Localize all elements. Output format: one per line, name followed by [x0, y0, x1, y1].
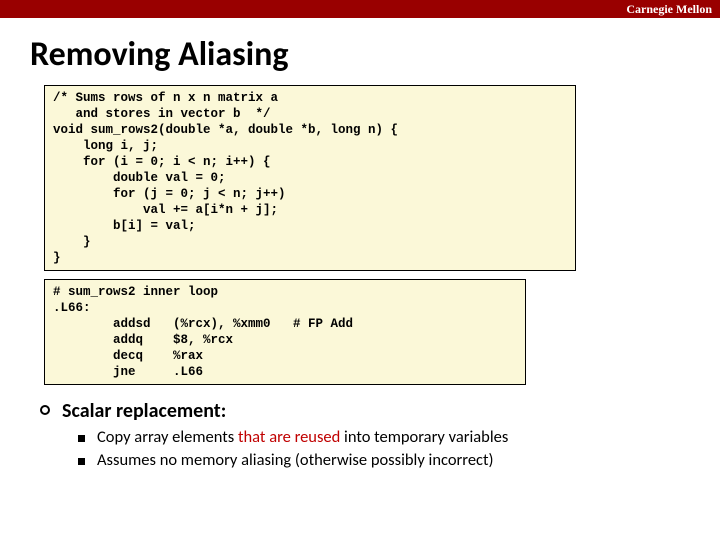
bullet2b-text: Assumes no memory aliasing (otherwise po… — [97, 450, 494, 470]
bullet1-text: Scalar replacement: — [62, 399, 226, 423]
code-block-asm: # sum_rows2 inner loop .L66: addsd (%rcx… — [44, 279, 526, 385]
bullet-list: Scalar replacement: Copy array elements … — [34, 399, 720, 470]
bullet-circle-icon — [40, 405, 50, 415]
bullet-square-icon — [78, 458, 85, 465]
code-block-c: /* Sums rows of n x n matrix a and store… — [44, 85, 576, 271]
b2a-post: into temporary variables — [340, 427, 508, 447]
header-bar: Carnegie Mellon — [0, 0, 720, 18]
bullet-level1: Scalar replacement: — [34, 399, 720, 423]
brand-label: Carnegie Mellon — [626, 2, 712, 17]
bullet-level2: Assumes no memory aliasing (otherwise po… — [78, 450, 720, 470]
slide: Carnegie Mellon Removing Aliasing /* Sum… — [0, 0, 720, 540]
slide-title: Removing Aliasing — [30, 34, 720, 75]
b2a-pre: Copy array elements — [97, 427, 238, 447]
bullet-level2: Copy array elements that are reused into… — [78, 427, 720, 447]
bullet-square-icon — [78, 435, 85, 442]
b2a-highlight: that are reused — [238, 427, 340, 447]
bullet2a-text: Copy array elements that are reused into… — [97, 427, 508, 447]
